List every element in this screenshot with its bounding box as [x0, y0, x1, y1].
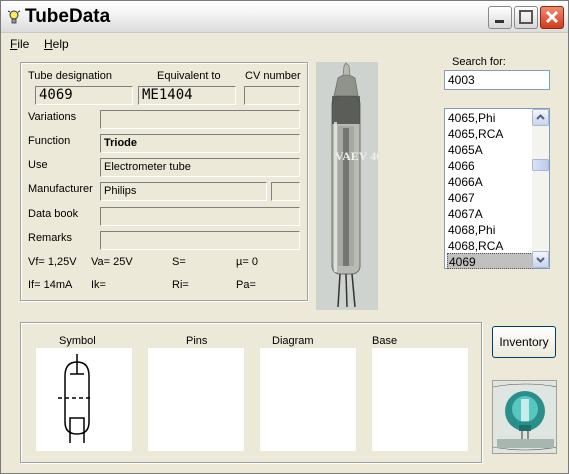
list-item[interactable]: 4065,Phi: [447, 110, 533, 126]
title-bar[interactable]: TubeData: [1, 1, 568, 33]
maximize-icon: [519, 10, 533, 24]
manufacturer-label: Manufacturer: [28, 183, 93, 195]
variations-label: Variations: [28, 111, 77, 123]
data-book-label: Data book: [28, 208, 79, 220]
menu-help[interactable]: Help: [44, 37, 69, 51]
remarks-label: Remarks: [28, 232, 73, 244]
tube-designation-label: Tube designation: [28, 70, 112, 82]
symbol-panel: [36, 348, 132, 451]
tube-info-group: Tube designation Equivalent to CV number…: [20, 62, 308, 301]
minimize-icon: [495, 20, 504, 23]
window-title: TubeData: [25, 6, 111, 27]
tube-list[interactable]: 4065,Phi 4065,RCA 4065A 4066 4066A 4067 …: [444, 108, 550, 269]
diagram-panel: [260, 348, 356, 451]
data-book-field[interactable]: [100, 207, 300, 226]
mu-value: µ= 0: [236, 256, 258, 268]
use-field[interactable]: Electrometer tube: [100, 158, 300, 177]
remarks-field[interactable]: [100, 231, 300, 250]
diagram-label: Diagram: [272, 335, 314, 347]
function-label: Function: [28, 135, 71, 147]
chevron-up-icon: [536, 114, 545, 120]
list-item[interactable]: 4068,RCA: [447, 238, 533, 254]
list-item[interactable]: 4068,Phi: [447, 222, 533, 238]
close-icon: [545, 10, 559, 24]
ik-value: Ik=: [91, 279, 106, 291]
va-value: Va= 25V: [91, 256, 133, 268]
equivalent-field[interactable]: ME1404: [138, 86, 236, 105]
base-panel: [372, 348, 468, 451]
list-item[interactable]: 4066A: [447, 174, 533, 190]
designation-field[interactable]: 4069: [35, 86, 133, 105]
equivalent-label: Equivalent to: [157, 70, 221, 82]
list-item-selected[interactable]: 4069: [447, 253, 533, 269]
search-label: Search for:: [452, 56, 506, 68]
base-label: Base: [372, 335, 398, 347]
variations-field[interactable]: [100, 110, 300, 129]
pins-panel: [148, 348, 244, 451]
pa-value: Pa=: [236, 279, 256, 291]
list-item[interactable]: 4065A: [447, 142, 533, 158]
menu-bar: File Help: [1, 34, 568, 54]
close-button[interactable]: [540, 6, 564, 29]
tube-photo: VAEV 406: [316, 62, 378, 310]
tubedata-window: TubeData File Help Tube designation Equi…: [0, 0, 569, 474]
chevron-down-icon: [536, 257, 545, 263]
cv-number-field[interactable]: [244, 86, 300, 105]
if-value: If= 14mA: [28, 279, 73, 291]
menu-file[interactable]: File: [10, 37, 29, 51]
list-item[interactable]: 4065,RCA: [447, 126, 533, 142]
s-value: S=: [172, 256, 186, 268]
pins-label: Pins: [186, 335, 208, 347]
list-item[interactable]: 4066: [447, 158, 533, 174]
list-scrollbar[interactable]: [532, 109, 549, 268]
list-item[interactable]: 4067A: [447, 206, 533, 222]
tube-logo: [492, 380, 557, 454]
manufacturer-code-field[interactable]: [271, 182, 300, 201]
maximize-button[interactable]: [514, 6, 538, 29]
list-item[interactable]: 4067: [447, 190, 533, 206]
search-input[interactable]: 4003: [444, 70, 550, 90]
vacuum-tube-image: VAEV 406: [316, 62, 378, 310]
function-field[interactable]: Triode: [100, 134, 300, 153]
symbol-label: Symbol: [59, 335, 96, 347]
triode-symbol-icon: [58, 354, 92, 443]
inventory-button[interactable]: Inventory: [492, 326, 556, 358]
scroll-up-button[interactable]: [532, 109, 549, 126]
scroll-thumb[interactable]: [532, 159, 549, 171]
minimize-button[interactable]: [488, 6, 512, 29]
tube-logo-icon: [493, 381, 556, 453]
use-label: Use: [28, 159, 48, 171]
scroll-down-button[interactable]: [532, 251, 549, 268]
photo-print: VAEV 406: [335, 149, 378, 163]
cv-number-label: CV number: [245, 70, 301, 82]
lightbulb-icon: [7, 10, 21, 24]
ri-value: Ri=: [172, 279, 189, 291]
manufacturer-field[interactable]: Philips: [100, 182, 267, 201]
vf-value: Vf= 1,25V: [28, 256, 77, 268]
